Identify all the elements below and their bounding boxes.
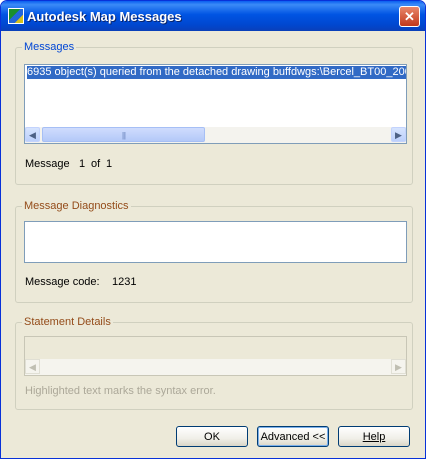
message-current: 1	[79, 158, 86, 170]
statement-horizontal-scrollbar: ◀ ▶	[25, 359, 406, 375]
message-code-value: 1231	[112, 276, 137, 288]
help-button[interactable]: Help	[338, 426, 410, 447]
message-of-label: of	[91, 158, 101, 170]
messages-horizontal-scrollbar[interactable]: ◀ ||| ▶	[25, 127, 406, 143]
autodesk-map-icon	[8, 8, 24, 24]
window-title: Autodesk Map Messages	[27, 9, 182, 24]
message-list-item[interactable]: 6935 object(s) queried from the detached…	[27, 66, 406, 79]
statement-textbox: ◀ ▶	[24, 336, 407, 376]
scroll-left-disabled-icon: ◀	[25, 359, 40, 374]
dialog-window: Autodesk Map Messages ✕ Messages 6935 ob…	[0, 0, 426, 459]
scroll-thumb[interactable]: |||	[42, 127, 205, 142]
statement-legend: Statement Details	[22, 316, 113, 328]
scroll-left-icon[interactable]: ◀	[25, 127, 40, 142]
advanced-button[interactable]: Advanced <<	[257, 426, 329, 447]
message-total: 1	[106, 158, 113, 170]
diagnostics-group: Message Diagnostics Message code: 1231	[15, 200, 413, 303]
diagnostics-legend: Message Diagnostics	[22, 200, 131, 212]
scroll-right-disabled-icon: ▶	[391, 359, 406, 374]
scroll-right-icon[interactable]: ▶	[391, 127, 406, 142]
title-bar[interactable]: Autodesk Map Messages ✕	[1, 1, 425, 31]
messages-group: Messages 6935 object(s) queried from the…	[15, 41, 413, 185]
grip-icon: |||	[121, 131, 126, 140]
help-button-label: Help	[362, 431, 386, 443]
message-counter-label: Message	[25, 158, 70, 170]
message-code-label: Message code:	[25, 276, 100, 288]
statement-group: Statement Details ◀ ▶ Highlighted text m…	[15, 316, 413, 410]
messages-legend: Messages	[22, 41, 77, 53]
diagnostics-textbox[interactable]	[24, 221, 407, 263]
close-button[interactable]: ✕	[399, 6, 420, 27]
syntax-hint: Highlighted text marks the syntax error.	[25, 385, 216, 397]
messages-list[interactable]: 6935 object(s) queried from the detached…	[24, 64, 407, 144]
ok-button[interactable]: OK	[176, 426, 248, 447]
